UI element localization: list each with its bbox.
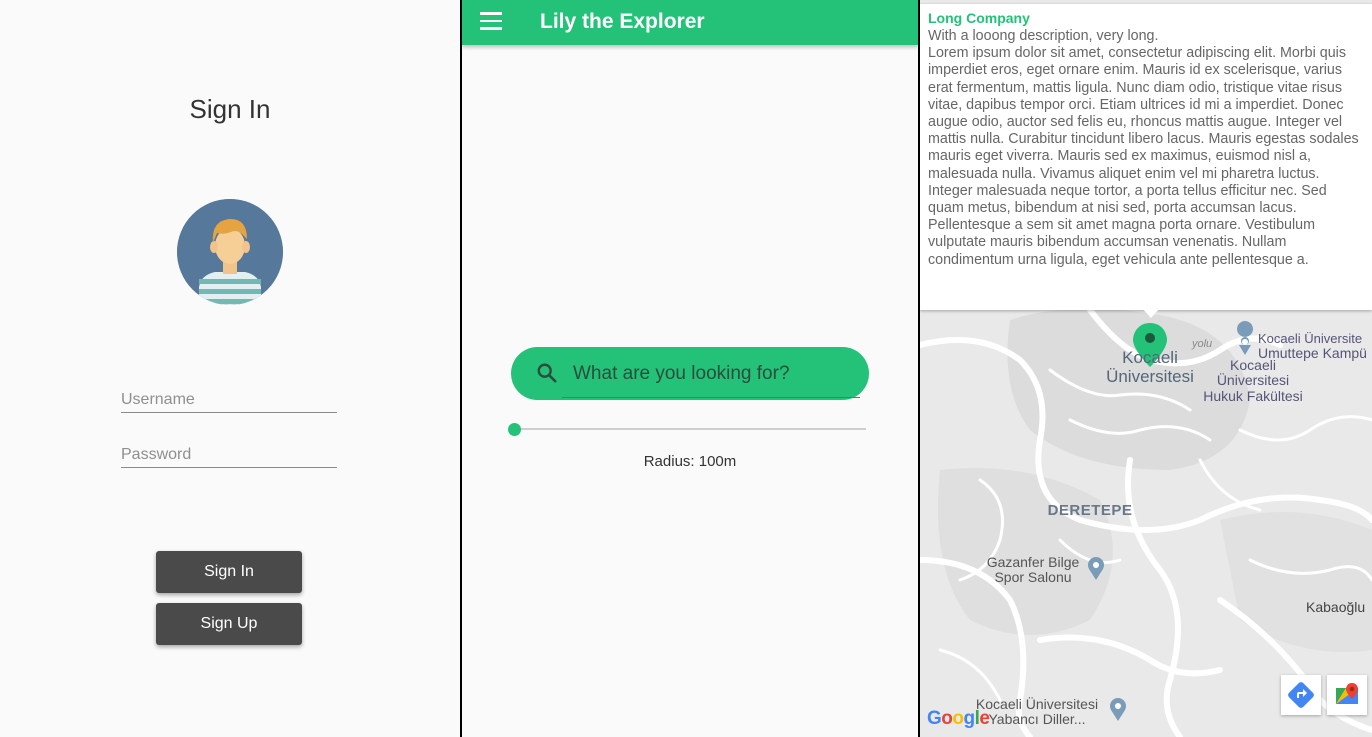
radius-slider-thumb[interactable]	[508, 423, 521, 436]
directions-icon	[1288, 682, 1314, 708]
radius-slider-track[interactable]	[514, 428, 866, 430]
search-screen: Lily the Explorer Radius: 100m	[462, 0, 918, 737]
google-logo: Google	[927, 708, 990, 729]
info-title: Long Company	[928, 10, 1030, 26]
signin-screen: Sign In Sign In Sign Up	[0, 0, 460, 737]
hamburger-menu-icon[interactable]	[480, 12, 502, 32]
poi-label-yabanci-diller: Kocaeli Üniversitesi Yabancı Diller...	[975, 696, 1099, 728]
radius-label: Radius: 100m	[643, 453, 737, 470]
info-window-pointer	[1142, 308, 1160, 318]
poi-label-gazanfer: Gazanfer Bilge Spor Salonu	[986, 554, 1080, 586]
map-screen[interactable]: yolu Kocaeli Üniversite Umuttepe Kampü K…	[920, 0, 1372, 737]
info-description: With a looong description, very long. Lo…	[928, 28, 1359, 268]
info-window[interactable]: Long Company With a looong description, …	[920, 4, 1372, 310]
poi-label-kocaeli-university: Kocaeli Üniversitesi	[1106, 348, 1194, 386]
area-label-deretepe: DERETEPE	[1047, 502, 1133, 519]
search-underline	[562, 397, 860, 398]
signup-button[interactable]: Sign Up	[156, 603, 302, 645]
signin-title: Sign In	[189, 94, 271, 124]
open-in-maps-button[interactable]	[1327, 675, 1367, 715]
username-field[interactable]	[121, 391, 337, 413]
poi-label-hukuk: Kocaeli Üniversitesi Hukuk Fakültesi	[1203, 357, 1303, 404]
password-field[interactable]	[121, 446, 337, 468]
search-input[interactable]	[573, 361, 853, 387]
search-bar[interactable]	[511, 347, 869, 400]
area-label-kabaoglu: Kabaoğlu	[1306, 599, 1366, 615]
avatar	[177, 199, 283, 305]
search-icon	[537, 363, 557, 383]
app-title: Lily the Explorer	[540, 10, 705, 33]
app-bar: Lily the Explorer	[462, 0, 918, 45]
directions-button[interactable]	[1281, 675, 1321, 715]
google-maps-icon	[1336, 683, 1358, 704]
signin-button[interactable]: Sign In	[156, 551, 302, 593]
user-avatar-icon	[177, 199, 283, 305]
username-input[interactable]	[121, 391, 337, 409]
password-input[interactable]	[121, 446, 337, 464]
